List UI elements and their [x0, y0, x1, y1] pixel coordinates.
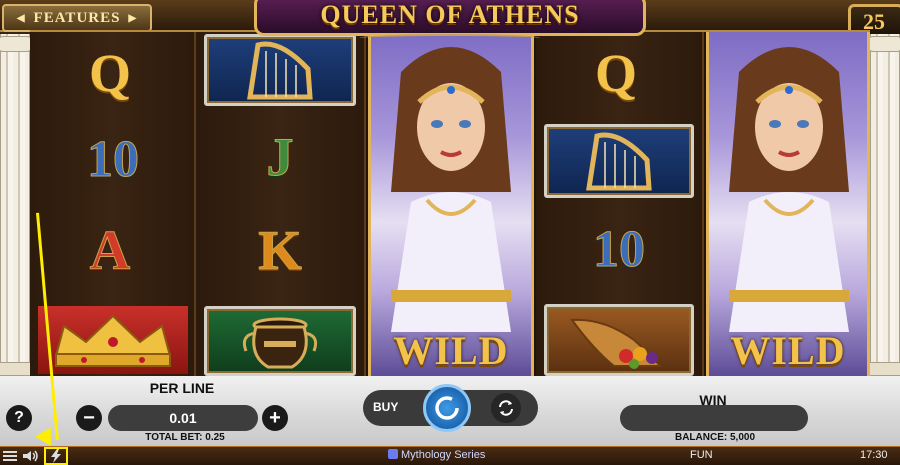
play-mode: FUN	[690, 449, 713, 461]
reel-1: Q 10 A	[30, 32, 196, 378]
symbol-10: 10	[87, 130, 140, 188]
balance-label: BALANCE: 5,000	[674, 432, 756, 443]
decrease-bet-button[interactable]: −	[76, 405, 102, 431]
symbol-cornucopia	[544, 304, 694, 376]
clock: 17:30	[860, 449, 888, 461]
control-bar: ? PER LINE − 0.01 + TOTAL BET: 0.25 BUY	[0, 376, 900, 446]
series-logo-icon	[388, 449, 398, 459]
symbol-j: J	[266, 127, 294, 188]
wild-label: WILD	[730, 328, 846, 373]
symbol-10: 10	[593, 220, 646, 278]
symbol-q: Q	[88, 43, 131, 103]
features-button[interactable]: ◀ FEATURES ▶	[2, 4, 152, 32]
queen-portrait-icon	[729, 47, 849, 332]
autoplay-button[interactable]	[491, 393, 521, 423]
queen-portrait-icon	[391, 47, 511, 332]
wild-label: WILD	[393, 328, 509, 373]
symbol-k: K	[258, 220, 303, 283]
left-pillar-cap	[0, 36, 33, 52]
game-title: QUEEN OF ATHENS	[320, 0, 580, 29]
menu-button[interactable]	[3, 450, 17, 465]
cornucopia-icon	[570, 318, 663, 369]
spin-icon	[435, 396, 459, 420]
symbol-harp	[204, 34, 356, 106]
triangle-right-icon: ▶	[128, 12, 138, 24]
reel-2: J K	[196, 32, 366, 378]
symbol-q: Q	[594, 43, 637, 103]
features-label: FEATURES	[33, 9, 121, 26]
autoplay-icon	[499, 400, 513, 416]
win-value	[620, 405, 808, 431]
symbol-harp	[544, 124, 694, 198]
right-pillar-cap	[867, 36, 900, 52]
sound-button[interactable]	[22, 450, 40, 465]
reel-5-wild: WILD	[706, 32, 870, 378]
left-pillar	[0, 34, 30, 374]
buy-button[interactable]: BUY	[373, 400, 398, 414]
reel-area: Q 10 A J K WILD Q 10 WILD	[30, 30, 870, 378]
total-bet-label: TOTAL BET: 0.25	[145, 432, 225, 443]
triangle-left-icon: ◀	[16, 12, 26, 24]
speaker-icon	[23, 450, 38, 462]
help-button[interactable]: ?	[6, 405, 32, 431]
symbol-crown	[38, 306, 188, 374]
annotation-highlight-box	[44, 447, 68, 465]
reel-3-wild: WILD	[368, 32, 534, 378]
amphora-icon	[242, 317, 318, 369]
spin-button[interactable]	[423, 384, 471, 432]
harp-icon	[247, 41, 313, 100]
right-pillar-base	[865, 362, 900, 376]
series-label: Mythology Series	[388, 449, 485, 461]
title-ornament	[360, 34, 540, 42]
increase-bet-button[interactable]: +	[262, 405, 288, 431]
symbol-amphora	[204, 306, 356, 376]
per-line-value: 0.01	[108, 405, 258, 431]
per-line-label: PER LINE	[149, 380, 215, 396]
game-title-banner: QUEEN OF ATHENS	[254, 0, 646, 36]
hamburger-icon	[3, 451, 17, 461]
footer-bar: Mythology Series FUN 17:30	[0, 446, 900, 465]
symbol-a: A	[89, 220, 131, 283]
right-pillar	[870, 34, 900, 374]
harp-icon	[586, 132, 652, 191]
buy-spin-group: BUY	[363, 384, 538, 432]
crown-icon	[54, 314, 172, 367]
reel-4: Q 10	[536, 32, 704, 378]
game-stage: ◀ FEATURES ▶ 25 Q 10 A J K WILD Q 10 WIL…	[0, 0, 900, 465]
